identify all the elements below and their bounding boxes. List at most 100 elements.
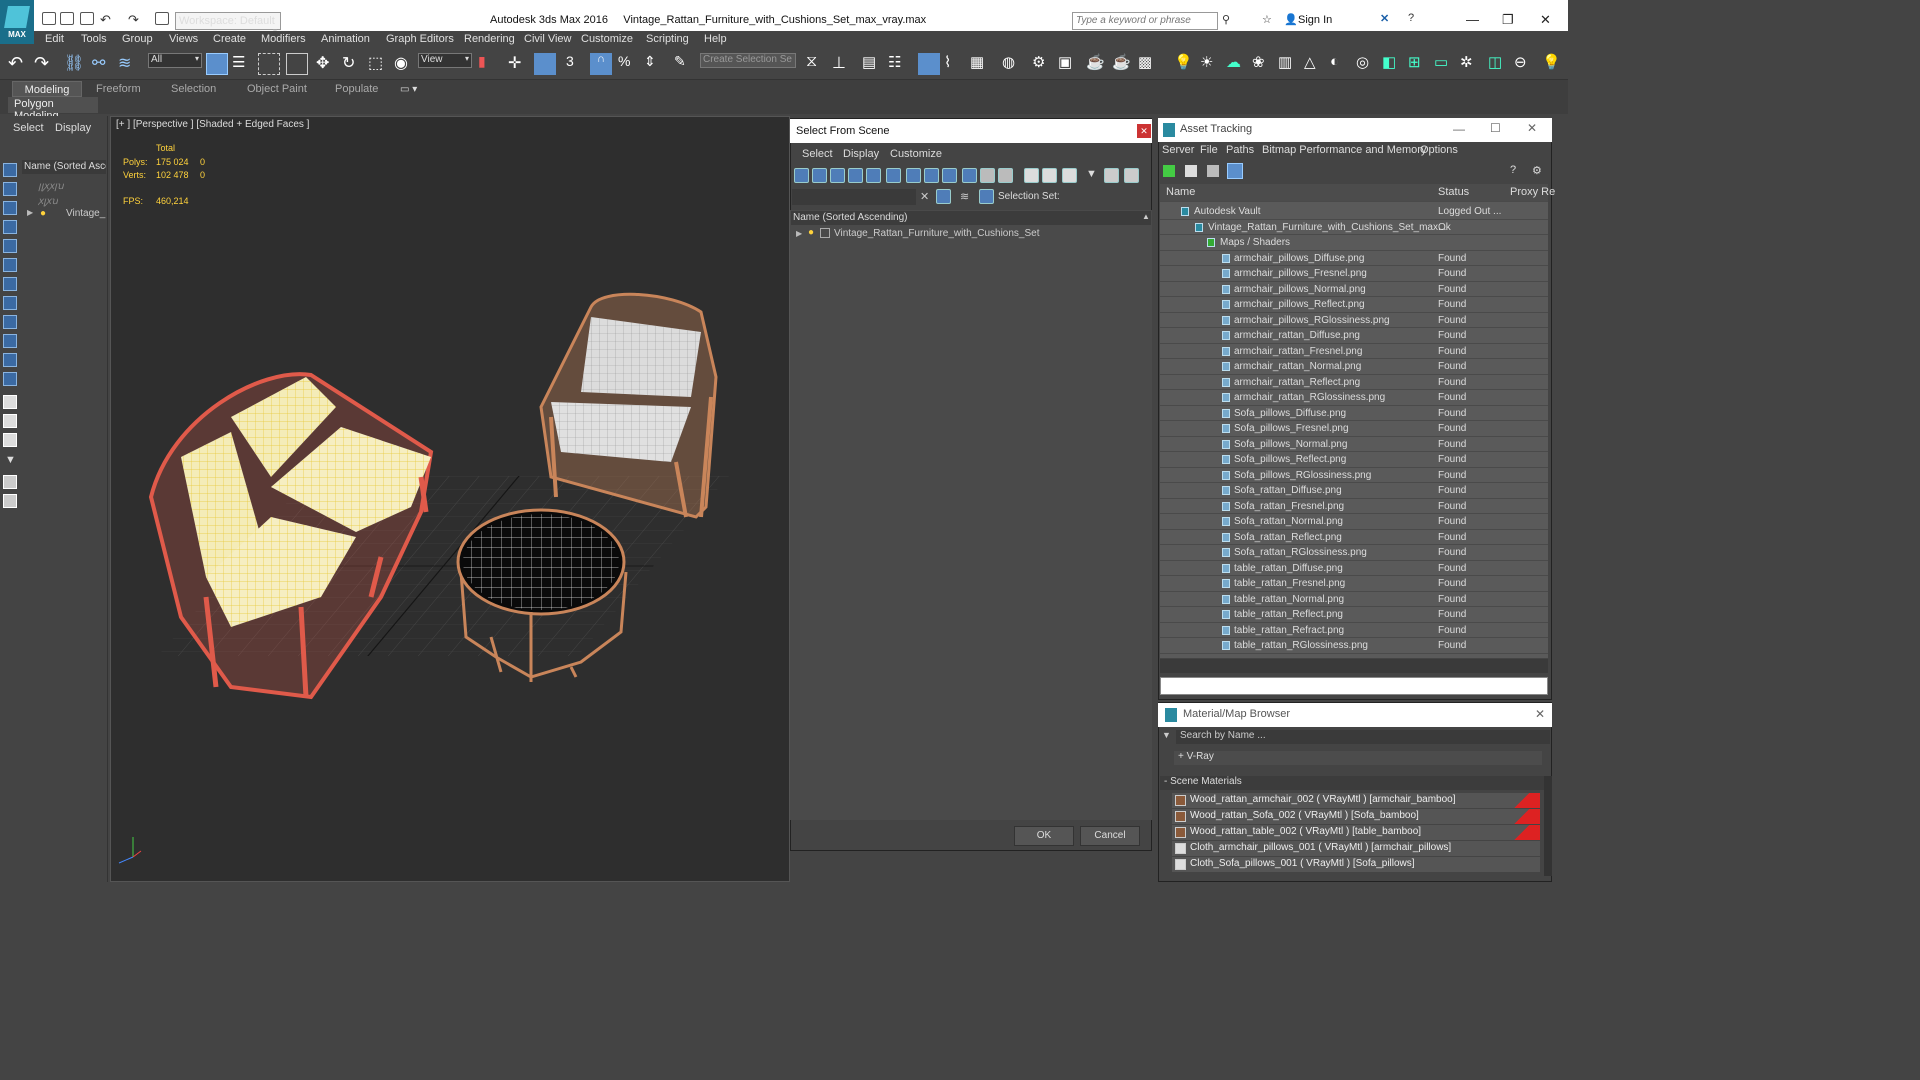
scene-explorer-column-header[interactable]: Name (Sorted Ascen [22,160,106,174]
menu-graph-editors[interactable]: Graph Editors [386,33,454,45]
filter-shapes-icon[interactable] [3,182,17,196]
scene-object-list[interactable] [790,210,1152,820]
filter-funnel-icon[interactable]: ▼ [1086,168,1097,180]
vray-proxy-icon[interactable]: ☁ [1226,53,1248,75]
list-column-header[interactable]: Name (Sorted Ascending) [791,211,1151,225]
sort-arrow-icon[interactable]: ▲ [1142,212,1150,221]
menu-animation[interactable]: Animation [321,33,370,45]
menu-customize[interactable]: Customize [581,33,633,45]
angle-snap-icon[interactable]: ∩ [590,53,612,75]
table-row[interactable]: table_rattan_Diffuse.png Found [1160,561,1548,576]
search-input[interactable]: Type a keyword or phrase [1072,12,1218,30]
layers-icon[interactable]: ≋ [960,190,969,203]
select-by-name-icon[interactable]: ☰ [232,53,254,75]
list-item[interactable]: Vintage_Rattan_Furniture_with_Cushions_S… [834,228,1040,239]
filter-containers-icon[interactable] [3,334,17,348]
reference-coordinate-dropdown[interactable]: View ▾ [418,53,472,68]
find-case-icon[interactable] [936,189,951,204]
table-row[interactable]: armchair_pillows_Fresnel.png Found [1160,266,1548,282]
clear-filter-icon[interactable]: ✕ [920,190,929,203]
filter-cameras-icon[interactable] [3,220,17,234]
pivot-icon[interactable]: ▮ [478,53,500,75]
move-icon[interactable]: ✥ [316,53,338,75]
vray-fur-icon[interactable]: ❀ [1252,53,1274,75]
vray-material-icon[interactable]: ◫ [1488,53,1510,75]
table-model[interactable] [456,508,628,682]
horizontal-scrollbar[interactable] [1160,659,1548,673]
vray-plane-icon[interactable]: △ [1304,53,1326,75]
filter-helpers-icon[interactable] [866,168,881,183]
at-menu-paths[interactable]: Paths [1226,144,1254,156]
search-input[interactable]: Search by Name ... [1176,730,1550,744]
table-row[interactable]: Sofa_rattan_Normal.png Found [1160,514,1548,530]
favorites-star-icon[interactable]: ☆ [1262,13,1272,26]
help-icon[interactable]: ? [1510,164,1516,176]
render-setup-icon[interactable]: ⚙ [1032,53,1054,75]
curve-editor-icon[interactable]: ⌇ [944,53,966,75]
tree-row-vault[interactable]: Autodesk Vault Logged Out ... [1160,204,1548,220]
filter-space-warps-icon[interactable] [3,258,17,272]
filter-bones-icon[interactable] [3,315,17,329]
select-none-icon[interactable] [1042,168,1057,183]
vray-physical-camera-icon[interactable]: ◎ [1356,53,1378,75]
filter-helpers-icon[interactable] [3,239,17,253]
collapse-icon[interactable] [1124,168,1139,183]
table-row[interactable]: table_rattan_Fresnel.png Found [1160,576,1548,592]
name-filter-input[interactable] [792,189,916,205]
menu-edit[interactable]: Edit [45,33,64,45]
project-folder-icon[interactable] [155,12,169,25]
vertical-scrollbar[interactable] [1544,776,1552,876]
display-all-icon[interactable] [3,395,17,409]
sfs-menu-display[interactable]: Display [843,148,879,160]
scene-explorer-icon[interactable] [918,53,940,75]
rotate-icon[interactable]: ↻ [342,53,364,75]
filter-xrefs-icon[interactable] [3,296,17,310]
close-icon[interactable]: ✕ [1137,124,1151,138]
tab-populate[interactable]: Populate [335,83,378,95]
keyboard-shortcut-override-icon[interactable] [534,53,556,75]
menu-civil-view[interactable]: Civil View [524,33,571,45]
named-selection-set-dropdown[interactable]: Create Selection Se [700,53,796,68]
table-row[interactable]: armchair_pillows_Diffuse.png Found [1160,251,1548,266]
table-row[interactable]: table_rattan_Refract.png Found [1160,623,1548,638]
filter-lights-icon[interactable] [830,168,845,183]
table-row[interactable]: Sofa_rattan_Diffuse.png Found [1160,483,1548,499]
select-invert-icon[interactable] [1062,168,1077,183]
redo-icon[interactable]: ↷ [34,53,56,75]
sfs-menu-select[interactable]: Select [802,148,833,160]
filter-frozen-icon[interactable] [980,168,995,183]
tree-row-maps-folder[interactable]: Maps / Shaders [1160,235,1548,251]
menu-modifiers[interactable]: Modifiers [261,33,306,45]
vray-sun-icon[interactable]: ☀ [1200,53,1222,75]
vray-light-lister-icon[interactable]: 💡 [1542,53,1564,75]
light-bulb-icon[interactable]: ● [808,227,814,238]
schematic-view-icon[interactable]: ▦ [970,53,992,75]
binoculars-icon[interactable]: ⚲ [1222,13,1230,26]
edit-named-selection-icon[interactable]: ✎ [674,53,696,75]
minimize-button[interactable]: — [1466,12,1479,27]
align-icon[interactable]: ⊥ [832,53,854,75]
tab-polygon-modeling[interactable]: Polygon Modeling [8,97,98,122]
render-iterative-icon[interactable]: ☕ [1112,53,1134,75]
material-item[interactable]: Wood_rattan_table_002 ( VRayMtl ) [table… [1172,825,1540,840]
path-field[interactable] [1160,677,1548,695]
bind-space-warp-icon[interactable]: ≋ [118,53,140,75]
scene-explorer-row[interactable]: ꭗꞁꭗꭒ [38,193,58,207]
vray-group-header[interactable]: + V-Ray [1174,751,1542,765]
filter-groups-icon[interactable] [906,168,921,183]
material-item[interactable]: Wood_rattan_Sofa_002 ( VRayMtl ) [Sofa_b… [1172,809,1540,824]
window-crossing-icon[interactable] [286,53,308,75]
menu-create[interactable]: Create [213,33,246,45]
table-row[interactable]: armchair_rattan_Fresnel.png Found [1160,344,1548,359]
vray-displacement-icon[interactable]: ▥ [1278,53,1300,75]
scene-explorer-row[interactable]: Vintage_R [66,208,106,219]
table-row[interactable]: table_rattan_Normal.png Found [1160,592,1548,607]
undo-icon[interactable]: ↶ [8,53,30,75]
filter-hidden-icon[interactable] [998,168,1013,183]
tab-selection[interactable]: Selection [171,83,216,95]
new-file-icon[interactable] [42,12,56,25]
material-item[interactable]: Wood_rattan_armchair_002 ( VRayMtl ) [ar… [1172,793,1540,808]
vray-ies-icon[interactable]: ⊞ [1408,53,1430,75]
table-row[interactable]: Sofa_pillows_Normal.png Found [1160,437,1548,452]
ok-button[interactable]: OK [1014,826,1074,846]
